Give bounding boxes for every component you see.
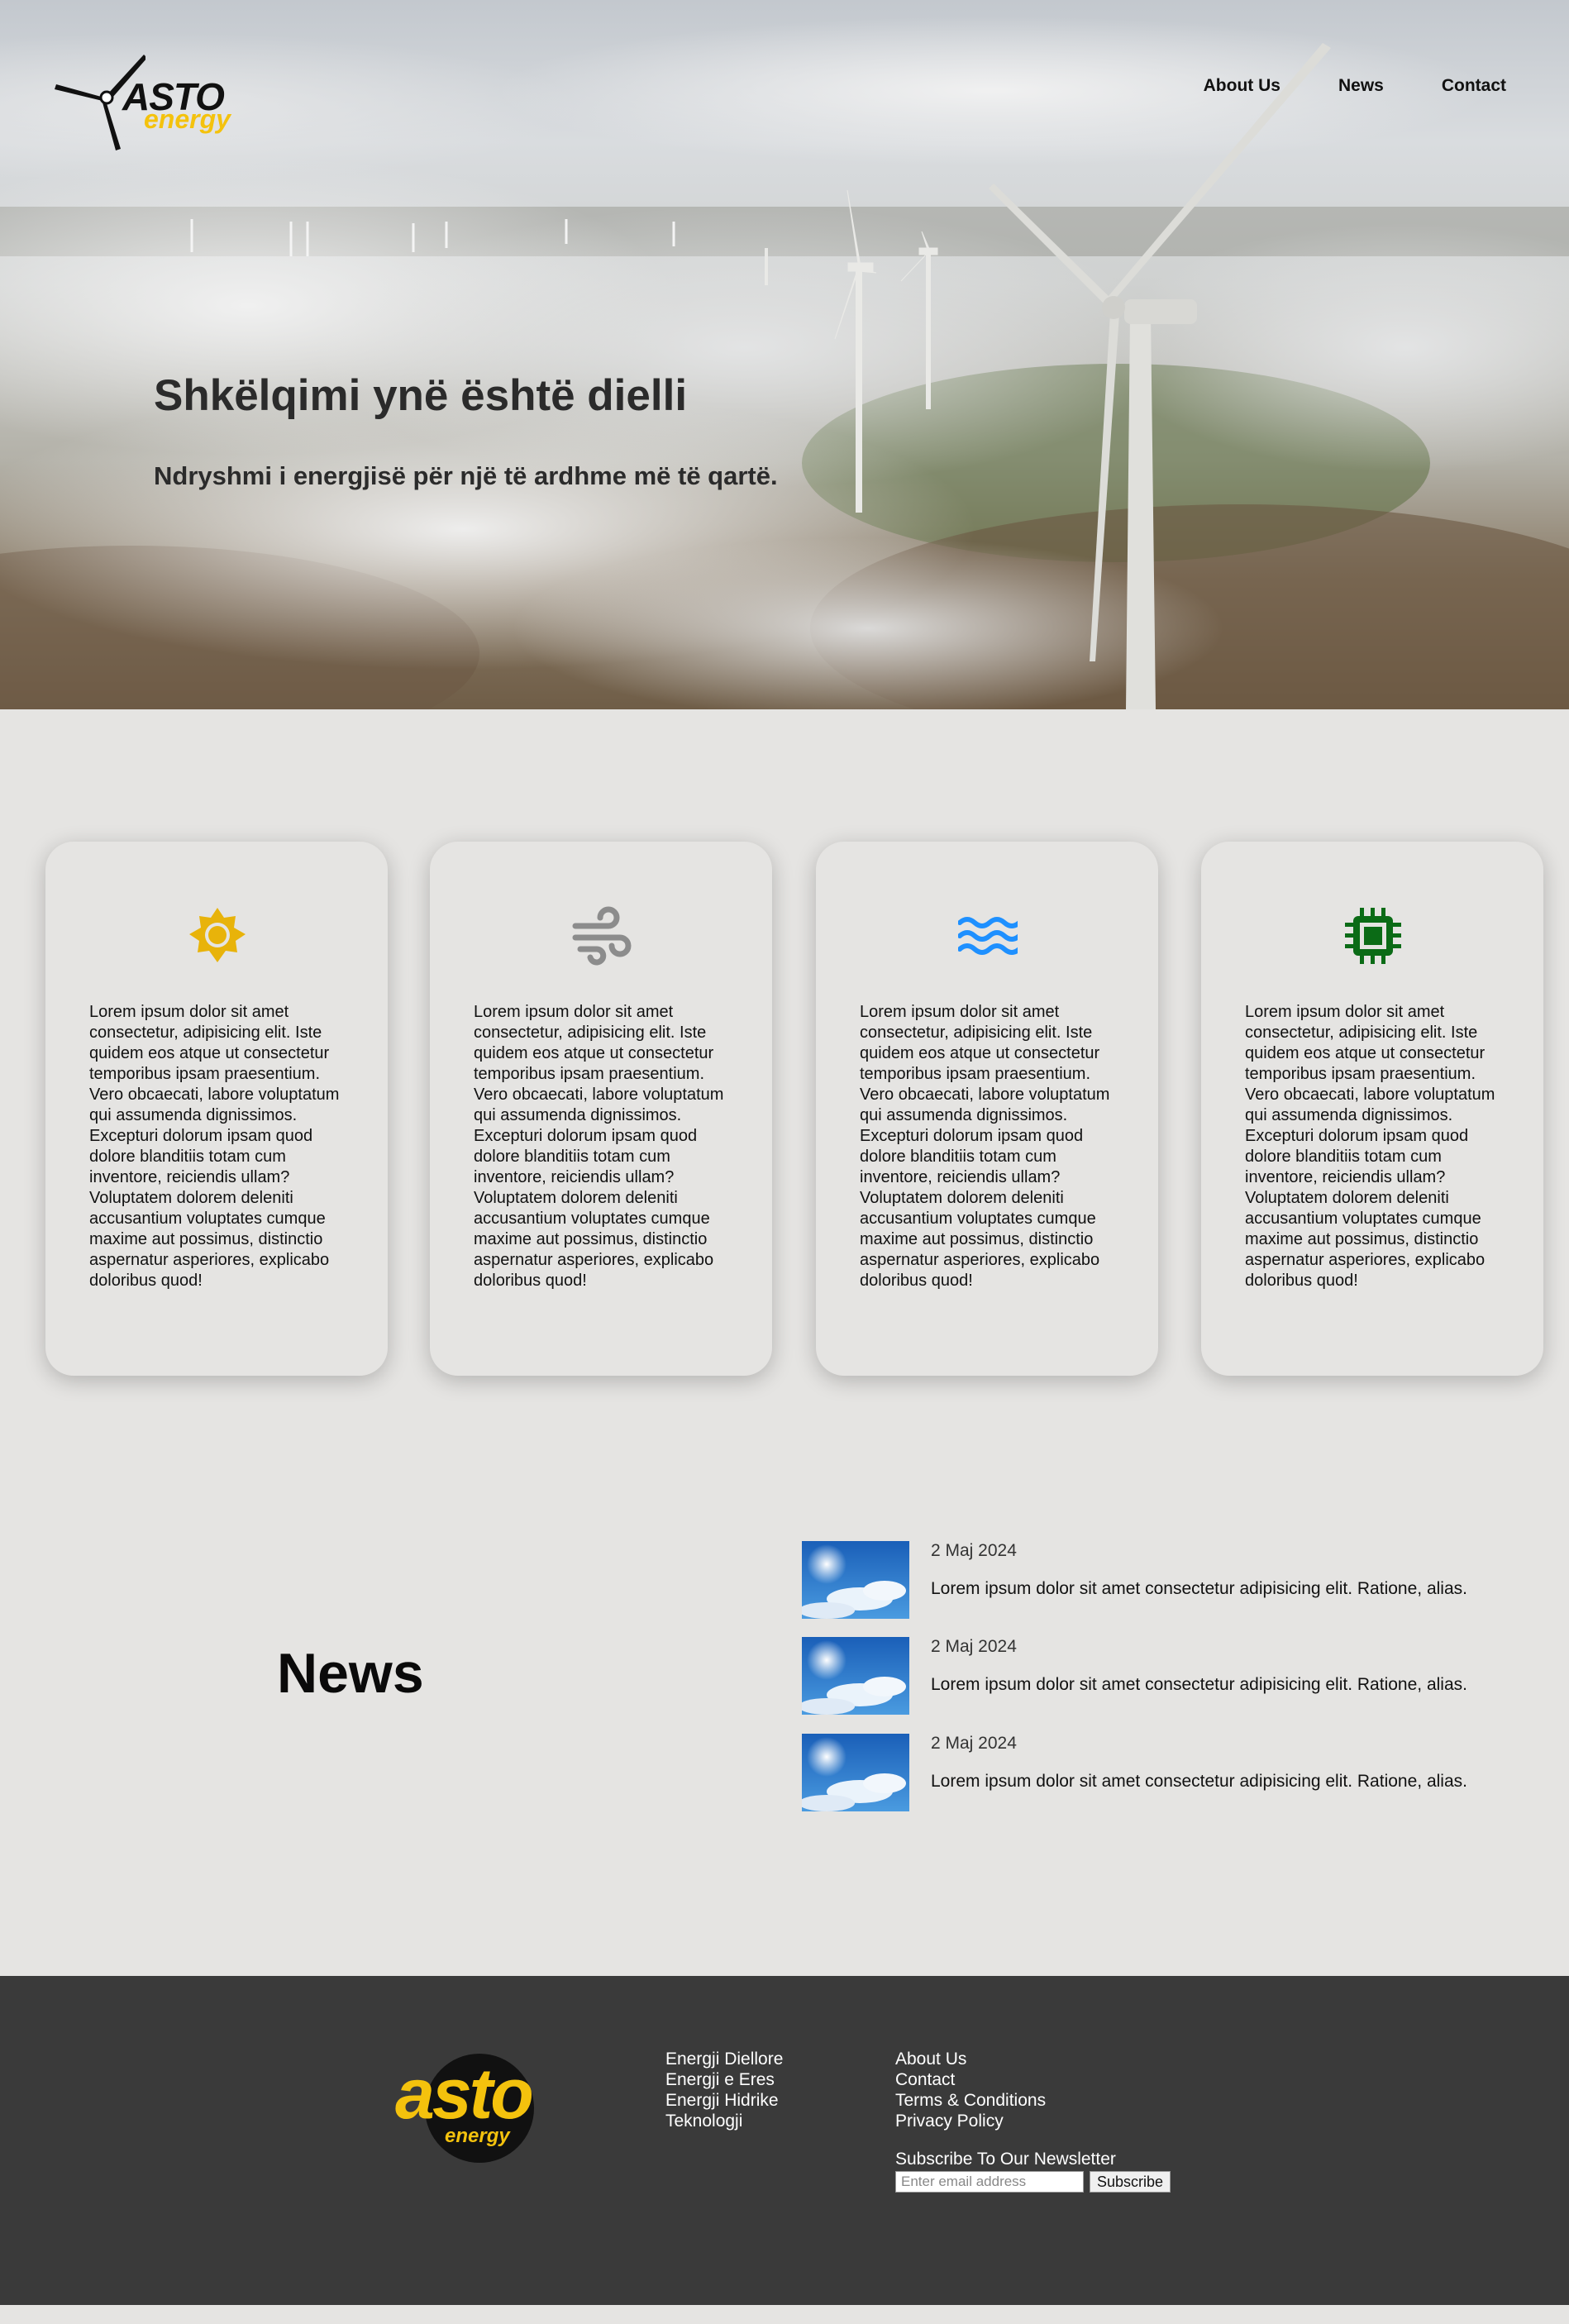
footer-link-technology[interactable]: Teknologji: [665, 2111, 783, 2131]
footer: asto energy Energji Diellore Energji e E…: [0, 1976, 1569, 2305]
hero-banner: ASTO energy About Us News Contact Shkëlq…: [0, 0, 1569, 709]
news-date: 2 Maj 2024: [931, 1637, 1017, 1656]
nav-about-us[interactable]: About Us: [1204, 76, 1280, 96]
footer-link-hydro[interactable]: Energji Hidrike: [665, 2090, 783, 2111]
footer-logo[interactable]: asto energy: [393, 2052, 559, 2166]
feature-card-technology: Lorem ipsum dolor sit amet consectetur, …: [1201, 842, 1543, 1376]
nav-contact[interactable]: Contact: [1442, 76, 1506, 96]
footer-link-terms[interactable]: Terms & Conditions: [895, 2090, 1046, 2111]
news-thumbnail-image[interactable]: [802, 1541, 909, 1619]
footer-link-about-us[interactable]: About Us: [895, 2049, 1046, 2069]
footer-info-links: About Us Contact Terms & Conditions Priv…: [895, 2049, 1046, 2131]
news-thumbnail-image[interactable]: [802, 1734, 909, 1811]
news-thumbnail-image[interactable]: [802, 1637, 909, 1715]
news-summary[interactable]: Lorem ipsum dolor sit amet consectetur a…: [931, 1579, 1467, 1599]
footer-link-wind[interactable]: Energji e Eres: [665, 2069, 783, 2090]
card-text: Lorem ipsum dolor sit amet consectetur, …: [1245, 1003, 1495, 1290]
main-nav: About Us News Contact: [1204, 76, 1506, 96]
footer-link-contact[interactable]: Contact: [895, 2069, 1046, 2090]
news-item[interactable]: 2 Maj 2024 Lorem ipsum dolor sit amet co…: [802, 1734, 1513, 1813]
water-icon: [957, 906, 1022, 966]
news-heading: News: [277, 1642, 424, 1705]
footer-logo-wordmark: asto: [395, 2054, 534, 2134]
card-text: Lorem ipsum dolor sit amet consectetur, …: [89, 1003, 340, 1290]
subscribe-button[interactable]: Subscribe: [1090, 2171, 1171, 2193]
footer-energy-links: Energji Diellore Energji e Eres Energji …: [665, 2049, 783, 2131]
news-date: 2 Maj 2024: [931, 1541, 1017, 1560]
newsletter-email-input[interactable]: [895, 2171, 1084, 2193]
feature-card-solar: Lorem ipsum dolor sit amet consectetur, …: [45, 842, 388, 1376]
news-item[interactable]: 2 Maj 2024 Lorem ipsum dolor sit amet co…: [802, 1541, 1513, 1620]
hero-title: Shkëlqimi ynë është dielli: [154, 371, 688, 420]
newsletter-label: Subscribe To Our Newsletter: [895, 2150, 1116, 2169]
news-date: 2 Maj 2024: [931, 1734, 1017, 1753]
feature-card-hydro: Lorem ipsum dolor sit amet consectetur, …: [816, 842, 1158, 1376]
feature-card-wind: Lorem ipsum dolor sit amet consectetur, …: [430, 842, 772, 1376]
footer-logo-subword: energy: [445, 2125, 510, 2147]
wind-icon: [572, 906, 632, 966]
footer-link-privacy[interactable]: Privacy Policy: [895, 2111, 1046, 2131]
nav-news[interactable]: News: [1338, 76, 1384, 96]
sun-icon: [188, 906, 247, 966]
card-text: Lorem ipsum dolor sit amet consectetur, …: [860, 1003, 1110, 1290]
news-item[interactable]: 2 Maj 2024 Lorem ipsum dolor sit amet co…: [802, 1637, 1513, 1716]
card-text: Lorem ipsum dolor sit amet consectetur, …: [474, 1003, 724, 1290]
footer-link-solar[interactable]: Energji Diellore: [665, 2049, 783, 2069]
chip-icon: [1343, 906, 1403, 966]
hero-subtitle: Ndryshmi i energjisë për një të ardhme m…: [154, 461, 778, 490]
news-summary[interactable]: Lorem ipsum dolor sit amet consectetur a…: [931, 1675, 1467, 1695]
logo[interactable]: ASTO energy: [55, 51, 245, 154]
logo-subword: energy: [144, 104, 231, 134]
news-summary[interactable]: Lorem ipsum dolor sit amet consectetur a…: [931, 1772, 1467, 1792]
